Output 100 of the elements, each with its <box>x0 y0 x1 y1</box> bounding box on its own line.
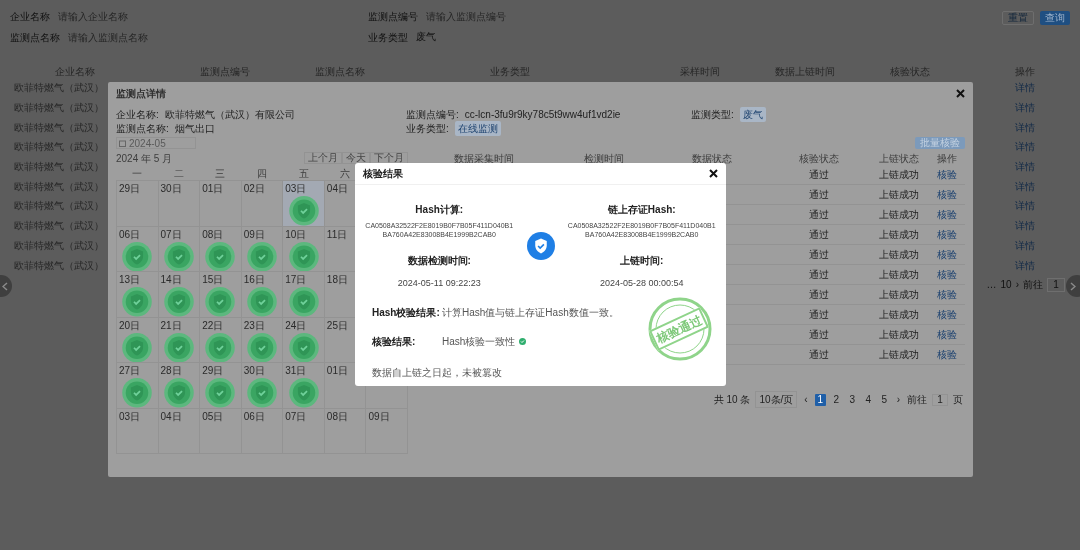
verify-link[interactable]: 核验 <box>936 347 957 362</box>
chevron-left-icon <box>2 281 8 291</box>
field-label: Hash校验结果: <box>372 305 441 320</box>
day-label: 04日 <box>159 409 182 424</box>
calendar-day-cell[interactable]: 30日 <box>158 181 201 227</box>
day-label: 25日 <box>325 318 348 333</box>
calendar-day-cell[interactable]: 08日 <box>200 226 242 272</box>
day-label: 06日 <box>242 409 265 424</box>
page-item[interactable]: › <box>1015 277 1019 293</box>
goto-suffix: 页 <box>953 393 963 407</box>
day-label: 07日 <box>159 227 182 242</box>
verify-link[interactable]: 核验 <box>936 267 957 282</box>
footer-note: 数据自上链之日起，未被篡改 <box>371 365 503 380</box>
verify-link[interactable]: 核验 <box>936 287 957 302</box>
table-cell-text: 上链成功 <box>879 348 919 362</box>
day-label: 20日 <box>118 318 141 333</box>
calendar-day-cell[interactable]: 31日 <box>283 363 325 409</box>
verify-link[interactable]: 核验 <box>936 167 957 182</box>
calendar-day-cell[interactable]: 29日 <box>200 363 242 409</box>
field-label: 业务类型: <box>406 121 449 136</box>
page-input[interactable]: 1 <box>1047 277 1065 292</box>
calendar-day-cell[interactable]: 01日 <box>200 181 242 227</box>
goto-label: 前往 <box>907 393 927 407</box>
day-label: 29日 <box>118 182 141 196</box>
verify-link[interactable]: 核验 <box>936 227 957 242</box>
weekday-label: 三 <box>215 167 226 181</box>
verify-link[interactable]: 核验 <box>936 187 957 202</box>
day-label: 23日 <box>242 318 265 333</box>
page-button[interactable]: 4 <box>862 393 874 406</box>
column-header: 上链状态 <box>879 151 919 166</box>
table-cell-text: 通过 <box>809 248 829 262</box>
close-button[interactable] <box>709 169 718 178</box>
page-item[interactable]: … <box>986 277 997 293</box>
calendar-day-cell[interactable]: 07日 <box>158 226 201 272</box>
next-page-button[interactable]: › <box>894 392 902 407</box>
verify-link[interactable]: 核验 <box>936 207 957 222</box>
calendar-day-cell[interactable]: 03日 <box>283 181 325 227</box>
calendar-day-cell[interactable]: 22日 <box>200 317 242 363</box>
calendar-day-cell[interactable]: 17日 <box>283 272 325 318</box>
input-field[interactable]: 废气 <box>416 28 556 46</box>
time-value: 2024-05-11 09:22:23 <box>397 277 481 290</box>
page-item[interactable]: 10 <box>1000 277 1012 293</box>
result-text: 计算Hash值与链上存证Hash数值一致。 <box>442 305 619 320</box>
page-button[interactable]: 1 <box>814 393 826 406</box>
calendar-day-cell[interactable]: 10日 <box>283 226 325 272</box>
page-button[interactable]: 3 <box>846 393 858 406</box>
verify-link[interactable]: 核验 <box>936 247 957 262</box>
field-label: 业务类型 <box>368 30 408 45</box>
page-button[interactable]: 2 <box>830 393 842 406</box>
calendar-day-cell[interactable]: 21日 <box>158 317 201 363</box>
table-cell-text: 上链成功 <box>879 248 919 262</box>
calendar-day-cell[interactable]: 15日 <box>200 272 242 318</box>
calendar-day-cell[interactable]: 30日 <box>241 363 284 409</box>
day-label: 30日 <box>242 364 265 378</box>
day-label: 07日 <box>284 409 307 424</box>
table-cell-text: 上链成功 <box>879 288 919 302</box>
table-cell-text: 通过 <box>809 228 829 242</box>
page-button[interactable]: 5 <box>878 393 890 406</box>
calendar-day-cell[interactable]: 14日 <box>158 272 201 318</box>
day-label: 17日 <box>284 273 307 287</box>
day-label: 09日 <box>242 227 265 242</box>
table-cell-text: 通过 <box>809 328 829 342</box>
calendar-day-cell[interactable]: 27日 <box>117 363 159 409</box>
calendar-day-cell[interactable]: 03日 <box>117 408 159 454</box>
shield-check-icon <box>526 232 555 261</box>
calendar-day-cell[interactable]: 06日 <box>241 408 284 454</box>
calendar-day-cell[interactable]: 09日 <box>366 408 408 454</box>
calendar-day-cell[interactable]: 05日 <box>200 408 242 454</box>
calendar-day-cell[interactable]: 20日 <box>117 317 159 363</box>
page-size-select[interactable]: 10条/页 <box>755 391 798 408</box>
page-input[interactable]: 1 <box>932 393 948 406</box>
stamp-ring-icon <box>648 296 712 361</box>
calendar-day-cell[interactable]: 04日 <box>158 408 201 454</box>
column-header: 核验状态 <box>799 151 839 166</box>
calendar-nav-button[interactable]: 上个月 <box>304 152 342 164</box>
day-label: 28日 <box>159 364 182 378</box>
previous-page-button[interactable]: ‹ <box>802 392 810 407</box>
calendar-day-cell[interactable]: 08日 <box>324 408 367 454</box>
field-label: Hash计算: <box>415 203 464 217</box>
calendar-day-cell[interactable]: 28日 <box>158 363 201 409</box>
calendar-day-cell[interactable]: 16日 <box>241 272 284 318</box>
day-label: 08日 <box>201 227 224 242</box>
calendar-day-cell[interactable]: 29日 <box>117 181 159 227</box>
day-label: 24日 <box>284 318 307 333</box>
close-button[interactable] <box>956 88 965 98</box>
close-icon <box>956 88 965 98</box>
calendar-day-cell[interactable]: 13日 <box>117 272 159 318</box>
verify-link[interactable]: 核验 <box>936 327 957 342</box>
day-label: 03日 <box>118 409 141 424</box>
calendar-day-cell[interactable]: 07日 <box>283 408 325 454</box>
day-label: 03日 <box>284 182 307 196</box>
table-cell-text: 通过 <box>809 308 829 322</box>
table-cell-text: 通过 <box>809 208 829 222</box>
calendar-day-cell[interactable]: 23日 <box>241 317 284 363</box>
calendar-day-cell[interactable]: 09日 <box>241 226 284 272</box>
day-label: 02日 <box>242 182 265 196</box>
verify-link[interactable]: 核验 <box>936 307 957 322</box>
calendar-day-cell[interactable]: 24日 <box>283 317 325 363</box>
query-button[interactable]: 查询 <box>1040 11 1070 25</box>
calendar-day-cell[interactable]: 06日 <box>117 226 159 272</box>
